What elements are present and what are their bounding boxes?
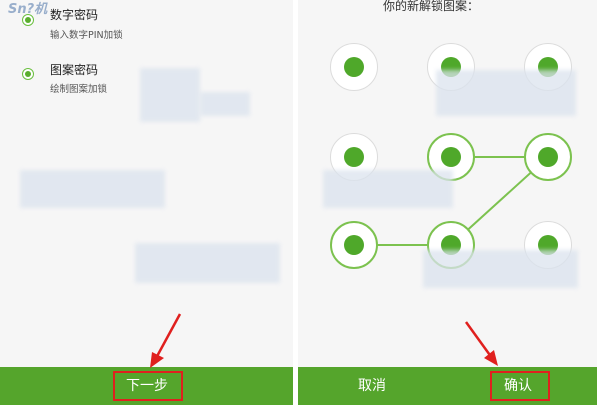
blurred-area [20,170,165,208]
option-title: 图案密码 [50,63,99,77]
highlight-box [113,371,183,401]
option-subtitle: 绘制图案加锁 [50,84,108,95]
pattern-dot-7[interactable] [330,221,378,269]
bottom-bar: 下一步 [0,367,293,405]
option-title: 数字密码 [50,8,99,22]
blurred-area [436,70,576,116]
blurred-area [323,170,453,208]
highlight-box [490,371,550,401]
cancel-button[interactable]: 取消 [342,372,402,400]
blurred-area [140,68,200,122]
radio-digit-password[interactable] [22,14,34,26]
pattern-dot-6[interactable] [524,133,572,181]
option-subtitle: 输入数字PIN加锁 [50,30,123,41]
blurred-area [423,250,578,288]
pattern-confirm-panel: 你的新解锁图案： 取消 确认 [298,0,597,405]
blurred-area [200,92,250,116]
bottom-bar: 取消 确认 [298,367,597,405]
radio-pattern-password[interactable] [22,68,34,80]
lock-type-panel: Sn?机 数字密码 输入数字PIN加锁 图案密码 绘制图案加锁 下一步 [0,0,293,405]
blurred-area [135,243,280,283]
red-arrow-icon [150,313,182,368]
pattern-dot-1[interactable] [330,43,378,91]
red-arrow-icon [464,321,498,366]
